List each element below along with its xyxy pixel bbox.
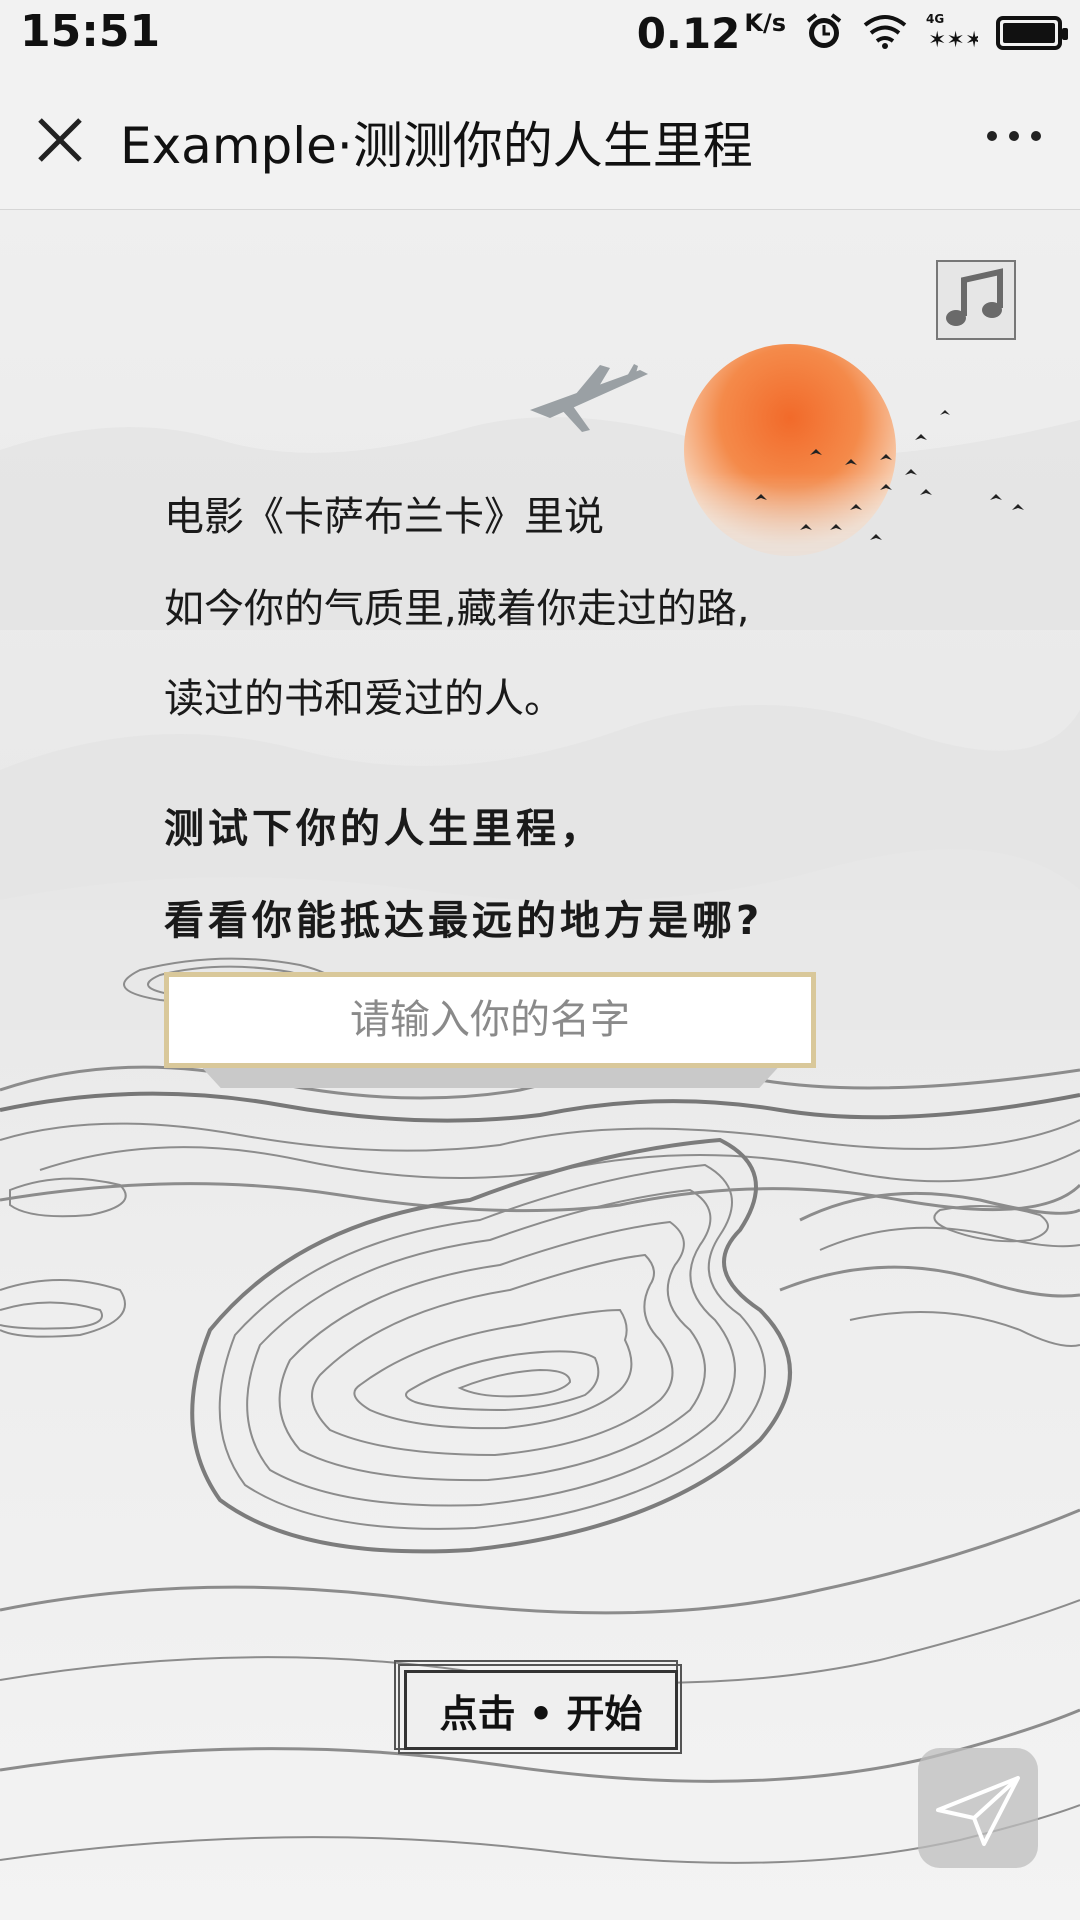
name-input-wrapper xyxy=(164,972,816,1112)
more-icon[interactable] xyxy=(984,116,1044,156)
ask-line-1: 测试下你的人生里程， xyxy=(164,806,604,852)
share-button[interactable] xyxy=(918,1748,1038,1868)
network-label: 4G xyxy=(926,12,944,26)
intro-line-1: 电影《卡萨布兰卡》里说 xyxy=(164,494,604,540)
status-bar: 15:51 0.12K/s 4G ✶✶✶✶ xyxy=(0,0,1080,66)
start-button[interactable]: 点击 • 开始 xyxy=(394,1660,686,1756)
status-time: 15:51 xyxy=(20,6,161,57)
page-title: Example·测测你的人生里程 xyxy=(120,117,753,175)
wifi-icon xyxy=(862,13,908,53)
music-toggle-button[interactable] xyxy=(936,260,1016,340)
music-note-icon xyxy=(946,268,1003,326)
status-icons: 0.12K/s 4G ✶✶✶✶ xyxy=(637,8,1068,58)
svg-text:✶✶✶✶: ✶✶✶✶ xyxy=(928,28,978,51)
speed-unit: K/s xyxy=(744,8,786,37)
paper-plane-icon xyxy=(936,1776,1020,1846)
page-content: 电影《卡萨布兰卡》里说 如今你的气质里,藏着你走过的路, 读过的书和爱过的人。 … xyxy=(0,210,1080,1920)
name-input[interactable] xyxy=(164,972,816,1068)
close-icon[interactable] xyxy=(30,110,90,170)
start-button-label: 点击 • 开始 xyxy=(404,1670,678,1750)
intro-line-2: 如今你的气质里,藏着你走过的路, xyxy=(164,586,750,632)
network-speed: 0.12 K/s xyxy=(637,9,786,58)
sun-shape xyxy=(684,344,896,556)
alarm-icon xyxy=(804,11,844,55)
battery-icon xyxy=(996,16,1068,50)
signal-icon: 4G ✶✶✶✶ xyxy=(926,11,1002,55)
ask-line-2: 看看你能抵达最远的地方是哪? xyxy=(164,898,764,944)
intro-line-3: 读过的书和爱过的人。 xyxy=(164,676,564,722)
speed-value: 0.12 xyxy=(636,8,741,58)
navbar: Example·测测你的人生里程 xyxy=(0,66,1080,210)
